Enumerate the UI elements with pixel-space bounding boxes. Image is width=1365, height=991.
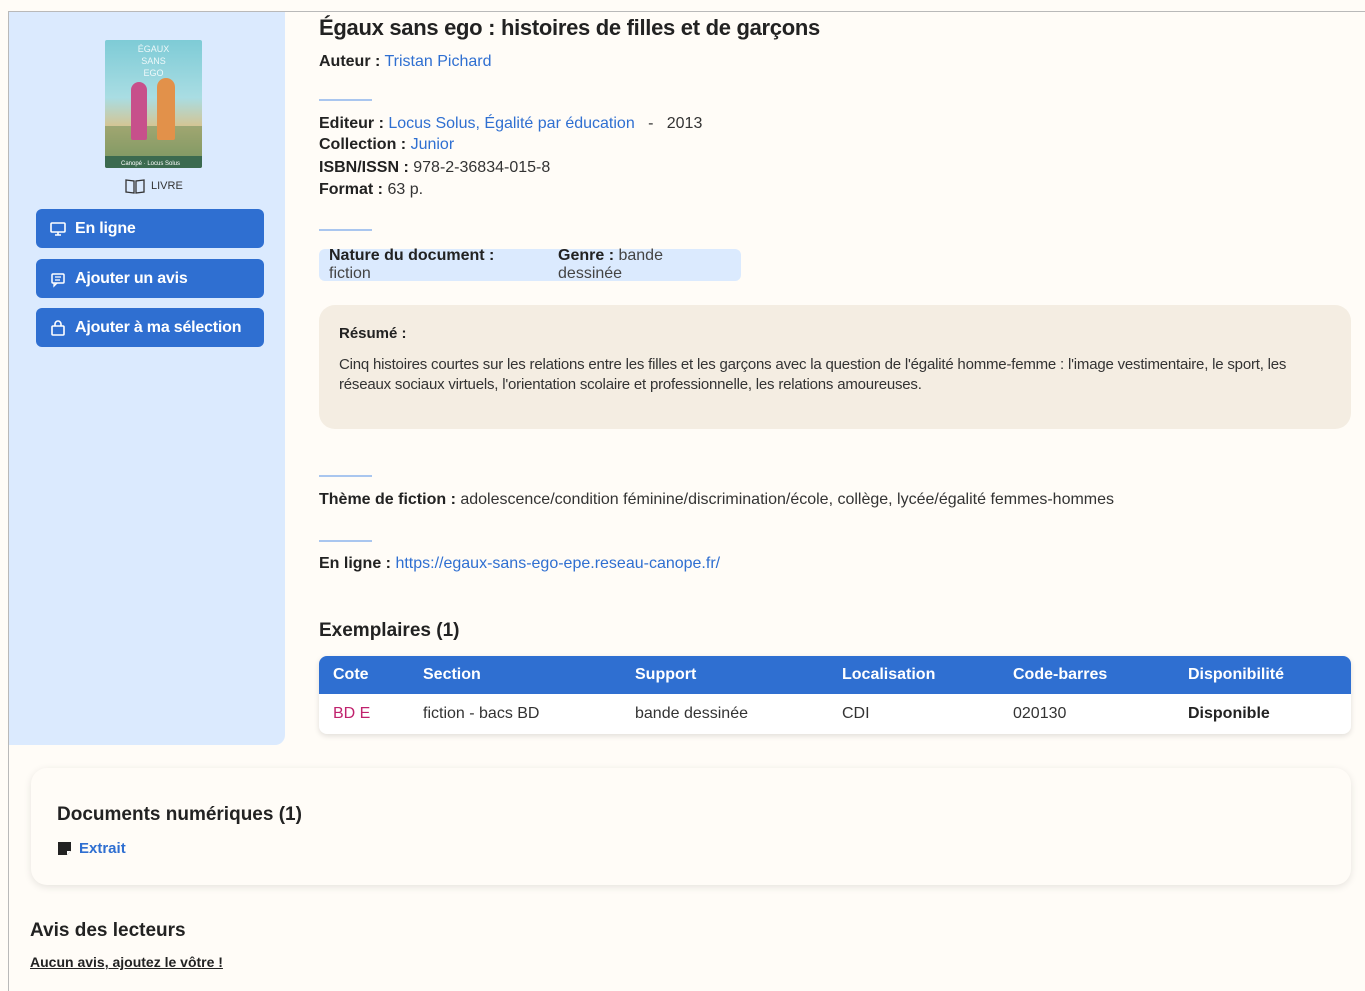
add-review-button[interactable]: Ajouter un avis <box>36 259 264 298</box>
publisher-line: Editeur : Locus Solus, Égalité par éduca… <box>319 115 702 133</box>
year-separator: - <box>648 115 654 132</box>
publisher-label: Editeur : <box>319 115 384 132</box>
digital-documents-card: Documents numériques (1) Extrait <box>31 768 1351 885</box>
book-cover-image[interactable]: ÉGAUX SANS EGO Canopé · Locus Solus <box>105 40 202 168</box>
theme-value: adolescence/condition féminine/discrimin… <box>460 491 1115 508</box>
cell-availability: Disponible <box>1188 705 1270 722</box>
cover-background-building <box>105 126 202 156</box>
column-header-availability[interactable]: Disponibilité <box>1188 656 1284 694</box>
cover-footer-text: Canopé · Locus Solus <box>121 161 181 167</box>
cover-title-line: EGO <box>143 68 164 78</box>
excerpt-link-label: Extrait <box>79 840 126 857</box>
add-to-selection-button-label: Ajouter à ma sélection <box>75 318 242 336</box>
genre-label: Genre : <box>558 247 615 264</box>
copies-table-header: Cote Section Support Localisation Code-b… <box>319 656 1351 694</box>
add-review-button-label: Ajouter un avis <box>75 269 188 287</box>
section-divider <box>319 229 372 231</box>
cell-cote: BD E <box>333 705 371 722</box>
cover-title-line: SANS <box>141 56 166 66</box>
online-label: En ligne : <box>319 555 391 572</box>
collection-label: Collection : <box>319 136 407 153</box>
column-header-section[interactable]: Section <box>423 656 481 694</box>
record-sidebar: ÉGAUX SANS EGO Canopé · Locus Solus LIVR… <box>9 12 285 745</box>
publication-year: 2013 <box>666 115 703 132</box>
publisher-link[interactable]: Locus Solus, Égalité par éducation <box>388 115 634 132</box>
theme-label: Thème de fiction : <box>319 491 456 508</box>
summary-label: Résumé : <box>339 325 407 342</box>
monitor-icon <box>50 221 66 236</box>
author-line: Auteur : Tristan Pichard <box>319 53 491 71</box>
nature-label: Nature du document : <box>329 247 495 264</box>
column-header-support[interactable]: Support <box>635 656 696 694</box>
digital-documents-title: Documents numériques (1) <box>57 804 302 825</box>
copies-table: Cote Section Support Localisation Code-b… <box>319 656 1351 734</box>
copies-title: Exemplaires (1) <box>319 620 460 641</box>
column-header-barcode[interactable]: Code-barres <box>1013 656 1107 694</box>
format-value: 63 p. <box>387 181 424 198</box>
isbn-value: 978-2-36834-015-8 <box>413 159 551 176</box>
reader-reviews-title: Avis des lecteurs <box>30 920 186 941</box>
cover-title-line: ÉGAUX <box>137 44 170 54</box>
section-divider <box>319 540 372 542</box>
theme-line: Thème de fiction : adolescence/condition… <box>319 491 1114 509</box>
summary-text: Cinq histoires courtes sur les relations… <box>339 356 1287 393</box>
author-link[interactable]: Tristan Pichard <box>384 53 491 70</box>
online-button[interactable]: En ligne <box>36 209 264 248</box>
format-label: Format : <box>319 181 383 198</box>
add-first-review-link[interactable]: Aucun avis, ajoutez le vôtre ! <box>30 954 223 970</box>
cell-section: fiction - bacs BD <box>423 705 540 722</box>
format-line: Format : 63 p. <box>319 181 423 199</box>
author-label: Auteur : <box>319 53 381 70</box>
document-icon <box>58 842 71 855</box>
cell-support: bande dessinée <box>635 705 748 722</box>
column-header-localisation[interactable]: Localisation <box>842 656 935 694</box>
nature-genre-box: Nature du document : fiction Genre : ban… <box>319 247 741 283</box>
doc-type-label: LIVRE <box>151 180 183 192</box>
isbn-label: ISBN/ISSN : <box>319 159 409 176</box>
collection-link[interactable]: Junior <box>411 136 455 153</box>
nature-value: fiction <box>329 265 371 282</box>
genre-item: Genre : bande dessinée <box>558 247 731 283</box>
cell-localisation: CDI <box>842 705 870 722</box>
comment-icon <box>51 272 65 288</box>
isbn-line: ISBN/ISSN : 978-2-36834-015-8 <box>319 159 550 177</box>
open-book-icon <box>125 179 145 194</box>
section-divider <box>319 99 372 101</box>
section-divider <box>319 475 372 477</box>
cover-girl-figure <box>131 82 147 140</box>
bag-icon <box>51 319 65 336</box>
add-to-selection-button[interactable]: Ajouter à ma sélection <box>36 308 264 347</box>
cover-boy-figure <box>157 78 175 140</box>
online-line: En ligne : https://egaux-sans-ego-epe.re… <box>319 555 720 573</box>
column-header-cote[interactable]: Cote <box>333 656 369 694</box>
excerpt-link[interactable]: Extrait <box>57 840 126 857</box>
online-url-link[interactable]: https://egaux-sans-ego-epe.reseau-canope… <box>395 555 720 572</box>
nature-item: Nature du document : fiction <box>329 247 540 283</box>
cover-title: ÉGAUX SANS EGO <box>105 43 202 79</box>
record-title: Égaux sans ego : histoires de filles et … <box>319 15 820 40</box>
summary-box: Résumé : Cinq histoires courtes sur les … <box>319 305 1351 429</box>
online-button-label: En ligne <box>75 219 136 237</box>
table-row: BD E fiction - bacs BD bande dessinée CD… <box>319 694 1351 734</box>
collection-line: Collection : Junior <box>319 136 454 154</box>
cell-barcode: 020130 <box>1013 705 1067 722</box>
doc-type-badge: LIVRE <box>125 178 183 194</box>
